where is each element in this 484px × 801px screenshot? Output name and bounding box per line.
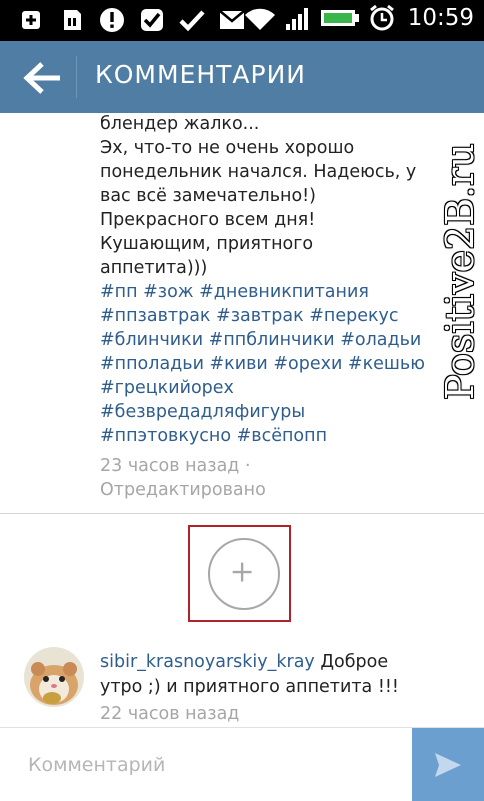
- hashtag-line[interactable]: #грецкийорех: [100, 376, 460, 400]
- caption-line: вас всё замечательно!): [100, 186, 316, 206]
- caption-line: Эх, что-то не очень хорошо: [100, 138, 355, 158]
- comment-username[interactable]: sibir_krasnoyarskiy_kray: [100, 652, 315, 672]
- hashtag-line[interactable]: #блинчики #ппблинчики #оладьи: [100, 328, 460, 352]
- check-icon: [179, 10, 205, 32]
- sd-card-icon: [64, 10, 81, 30]
- comment-input[interactable]: [0, 728, 412, 801]
- load-more-button[interactable]: [208, 538, 280, 610]
- hashtag-line[interactable]: #ппзавтрак #завтрак #перекус: [100, 304, 460, 328]
- hashtag-line[interactable]: #безвредадляфигуры: [100, 400, 460, 424]
- edited-label: Отредактировано: [100, 480, 266, 500]
- caption-line: Прекрасного всем дня!: [100, 210, 316, 230]
- signal-icon: [285, 8, 308, 30]
- comment-text: Доброе: [320, 652, 389, 672]
- status-bar: 10:59: [0, 0, 484, 41]
- add-notification-icon: [22, 11, 40, 29]
- hashtag-line[interactable]: #пполадьи #киви #орехи #кешью: [100, 352, 460, 376]
- check-box-icon: [141, 9, 163, 31]
- comment-text-line: sibir_krasnoyarskiy_kray Доброе: [100, 650, 460, 675]
- status-bar-clock: 10:59: [407, 5, 474, 31]
- send-icon: [435, 753, 461, 777]
- caption-line: Кушающим, приятного: [100, 234, 314, 254]
- divider: [0, 513, 484, 514]
- send-button[interactable]: [412, 728, 484, 801]
- avatar[interactable]: [24, 647, 84, 707]
- plus-icon: [232, 562, 252, 582]
- comment-input-bar: [0, 727, 484, 801]
- caption-line: блендер жалко...: [100, 114, 260, 134]
- comment-text-continued: утро ;) и приятного аппетита !!!: [100, 677, 399, 697]
- hashtag-line[interactable]: #пп #зож #дневникпитания: [100, 280, 460, 304]
- caption-line: понедельник начался. Надеюсь, у: [100, 162, 417, 182]
- alarm-icon: [369, 4, 394, 31]
- comment-item: sibir_krasnoyarskiy_kray Доброе утро ;) …: [100, 650, 460, 727]
- wifi-icon: [244, 8, 275, 30]
- caption-comment: блендер жалко... Эх, что-то не очень хор…: [100, 112, 460, 502]
- comment-timestamp: 22 часов назад: [100, 704, 240, 724]
- back-arrow-icon[interactable]: [22, 61, 62, 95]
- hashtag-line[interactable]: #ппэтовкусно #всёпопп: [100, 424, 460, 448]
- comment-timestamp: 23 часов назад ·: [100, 456, 251, 476]
- watermark: Positive2B.ru: [438, 143, 482, 400]
- app-bar-divider: [76, 56, 77, 98]
- hamster-avatar-image: [24, 647, 84, 707]
- status-bar-system: 10:59: [244, 4, 474, 32]
- caption-line: аппетита))): [100, 258, 208, 278]
- gmail-icon: [219, 10, 245, 29]
- page-title: КОММЕНТАРИИ: [95, 60, 307, 89]
- alert-icon: [100, 8, 124, 32]
- app-bar: КОММЕНТАРИИ: [0, 41, 484, 113]
- battery-icon: [320, 10, 359, 26]
- status-bar-notifications: [18, 6, 246, 34]
